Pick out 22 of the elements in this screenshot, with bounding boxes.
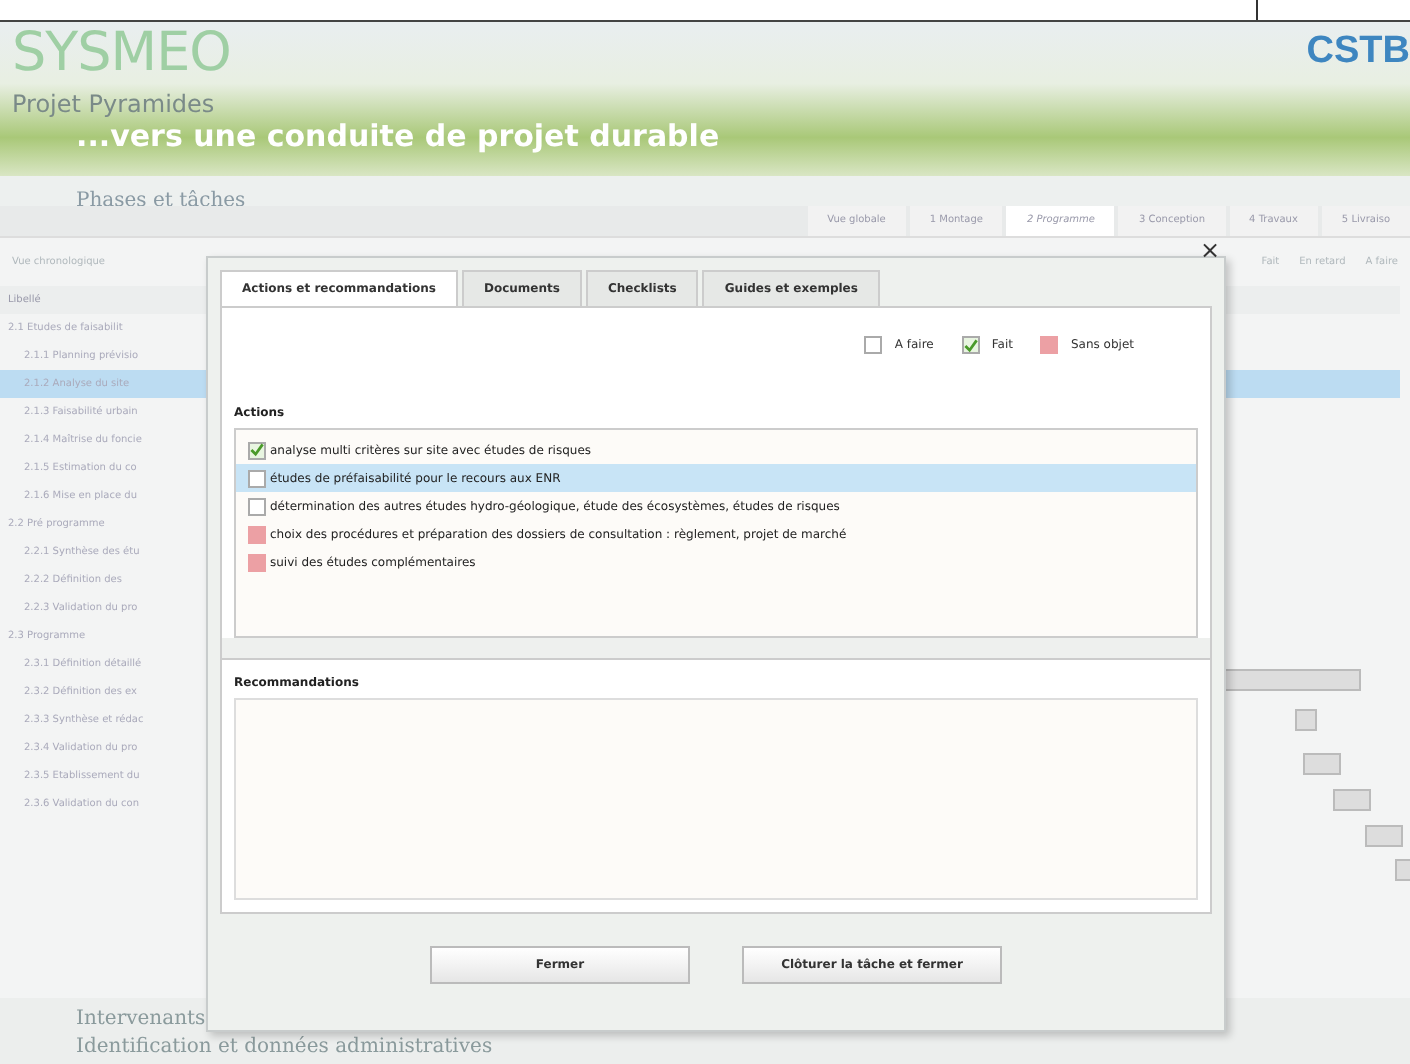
project-name: Projet Pyramides [12,90,217,118]
gantt-bar [1303,753,1341,775]
status-checkbox[interactable] [248,525,266,543]
status-checkbox[interactable] [248,469,266,487]
gantt-bar [1395,859,1410,881]
recommendations-field[interactable] [234,698,1198,900]
close-button[interactable]: × [1199,238,1220,262]
app-logo: SYSMEO [12,22,231,86]
status-swatch [864,336,883,354]
status-checkbox[interactable] [248,497,266,515]
splitter-bar[interactable] [222,638,1210,660]
section-link[interactable]: Identification et données administratives [76,1034,1410,1062]
project-tagline: ...vers une conduite de projet durable [76,118,722,154]
gantt-bar [1365,825,1403,847]
status-checkbox[interactable] [248,553,266,571]
status-checkbox[interactable] [248,441,266,459]
status-swatch [961,336,980,354]
section-title: Phases et tâches [76,190,246,212]
gantt-bar [1333,789,1371,811]
gantt-bar [1295,709,1317,731]
status-swatch [1040,336,1059,354]
partner-logo: CSTB [1306,28,1410,74]
